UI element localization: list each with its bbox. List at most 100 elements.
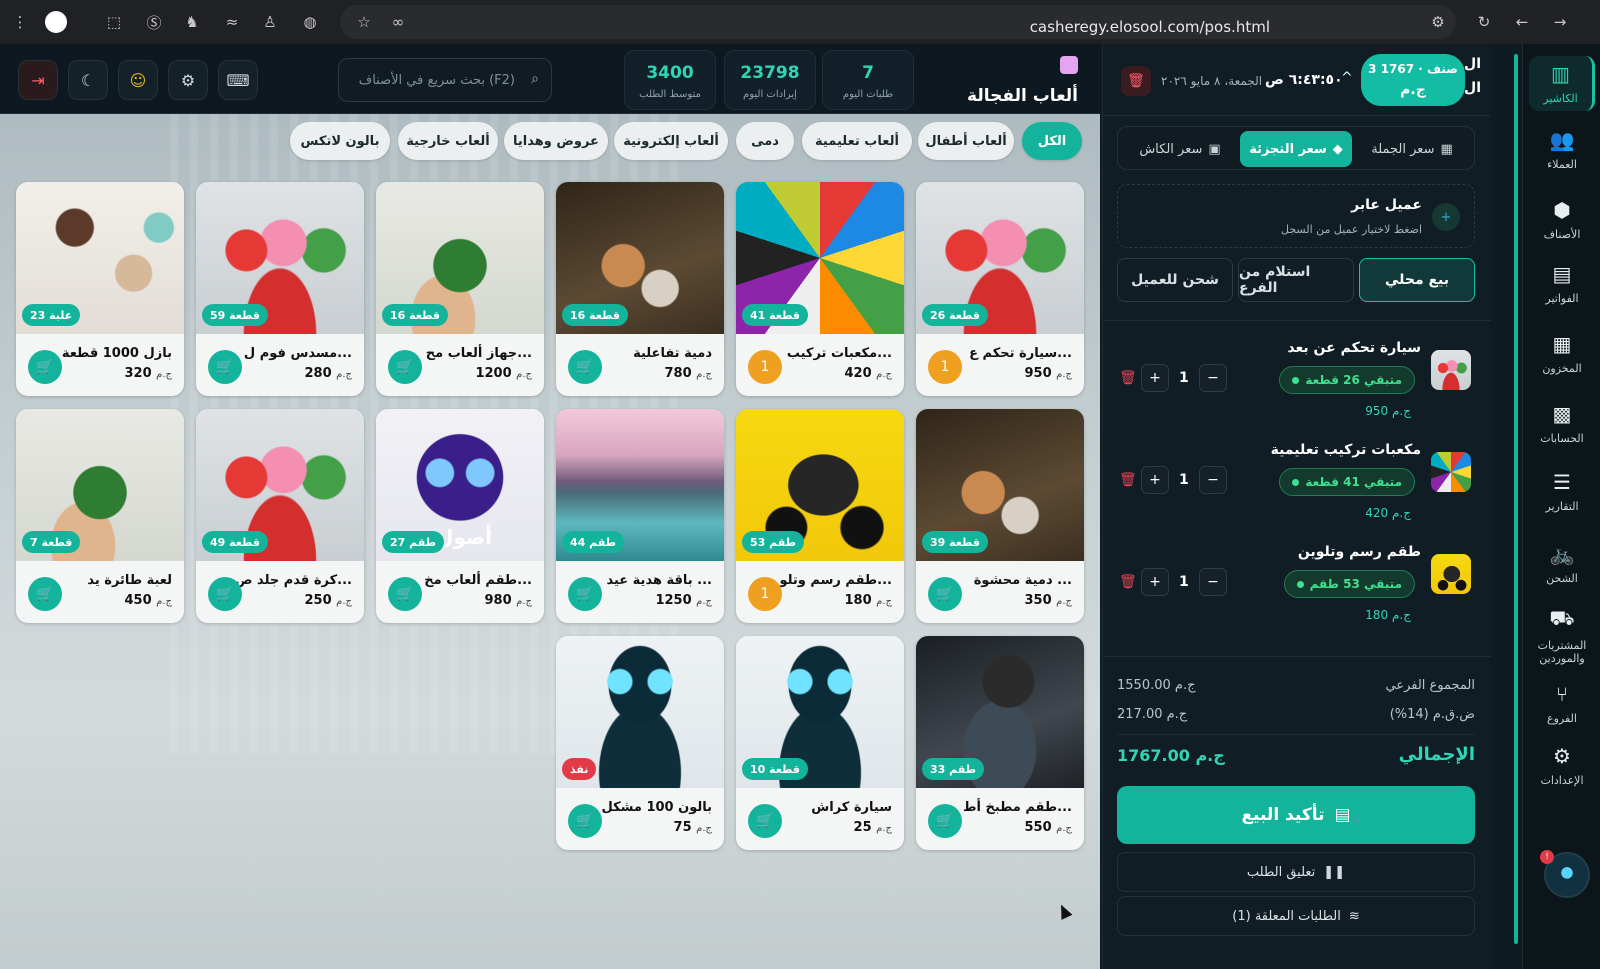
logout-button[interactable]: ⇥ xyxy=(18,60,58,100)
increase-qty-button[interactable]: + xyxy=(1141,466,1169,494)
add-to-cart-button[interactable]: 🛒 xyxy=(28,350,62,384)
product-card[interactable]: 44 طقم باقة هدية عيد ... 1250 ج.م 🛒 xyxy=(556,409,724,623)
sale-mode-shipping[interactable]: شحن للعميل xyxy=(1117,258,1233,302)
pending-orders-button[interactable]: الطلبات المعلقة (1) ≋ xyxy=(1117,896,1475,936)
product-price: 250 ج.م xyxy=(305,593,353,608)
add-to-cart-button[interactable]: 🛒 xyxy=(568,577,602,611)
price-mode-label: سعر التجزئة xyxy=(1249,141,1327,157)
sidebar-item-settings[interactable]: ⚙ الإعدادات xyxy=(1529,738,1595,793)
address-bar[interactable]: ☆ ∞ casheregy.elosool.com/pos.html ⚙ xyxy=(340,5,1456,39)
sidebar-item-reports[interactable]: ☰ التقارير xyxy=(1529,464,1595,519)
add-to-cart-button[interactable]: 🛒 xyxy=(568,350,602,384)
customer-selector[interactable]: + عميل عابر اضغط لاختيار عميل من السجل xyxy=(1117,184,1475,248)
add-to-cart-button[interactable]: 🛒 xyxy=(388,350,422,384)
sidebar-item-customers[interactable]: 👥 العملاء xyxy=(1529,122,1595,177)
add-to-cart-button[interactable]: 🛒 xyxy=(208,350,242,384)
product-card[interactable]: 16 قطعة جهاز ألعاب مح... 1200 ج.م 🛒 xyxy=(376,182,544,396)
product-card[interactable]: 16 قطعة دمية تفاعلية 780 ج.م 🛒 xyxy=(556,182,724,396)
extension-s-icon[interactable]: Ⓢ xyxy=(142,10,166,34)
sidebar-item-cashier[interactable]: ▥ الكاشير xyxy=(1529,56,1595,111)
stat-value: 7 xyxy=(862,63,874,83)
reload-icon[interactable]: ↻ xyxy=(1472,10,1496,34)
sidebar-item-inventory[interactable]: ▦ المخزون xyxy=(1529,326,1595,381)
product-card[interactable]: 33 طقم طقم مطبخ أط... 550 ج.م 🛒 xyxy=(916,636,1084,850)
category-chip[interactable]: ألعاب خارجية xyxy=(398,122,498,160)
price-mode-retail[interactable]: سعر التجزئة ◆ xyxy=(1240,131,1352,167)
cart-scrollbar[interactable] xyxy=(1514,54,1518,944)
remove-line-icon[interactable]: 🗑 xyxy=(1119,472,1137,488)
add-to-cart-button[interactable]: 🛒 xyxy=(928,577,962,611)
product-card[interactable]: 10 قطعة سيارة كراش 25 ج.م 🛒 xyxy=(736,636,904,850)
sale-mode-local[interactable]: بيع محلي xyxy=(1359,258,1475,302)
clear-cart-button[interactable]: 🗑 xyxy=(1121,66,1151,96)
cart-summary-badge[interactable]: 3 صنف · 1767 ج.م xyxy=(1361,54,1465,106)
remove-line-icon[interactable]: 🗑 xyxy=(1119,574,1137,590)
add-to-cart-button[interactable]: 🛒 xyxy=(388,577,422,611)
extension-wizard-icon[interactable]: ♞ xyxy=(180,10,204,34)
product-card[interactable]: أصول 27 طقم طقم ألعاب مخ... 980 ج.م 🛒 xyxy=(376,409,544,623)
in-cart-count-button[interactable]: 1 xyxy=(748,577,782,611)
decrease-qty-button[interactable]: − xyxy=(1199,568,1227,596)
search-input[interactable]: بحث سريع في الأصناف (F2) ⌕ xyxy=(338,58,552,102)
chevron-up-icon[interactable]: ^ xyxy=(1341,70,1353,86)
user-settings-button[interactable]: ☺ xyxy=(118,60,158,100)
remove-line-icon[interactable]: 🗑 xyxy=(1119,370,1137,386)
add-to-cart-button[interactable]: 🛒 xyxy=(748,804,782,838)
cart-line: مكعبات تركيب تعليمية متبقي 41 قطعة 420 ج.م… xyxy=(1103,434,1491,534)
product-card[interactable]: 53 طقم طقم رسم وتلو... 180 ج.م 1 xyxy=(736,409,904,623)
increase-qty-button[interactable]: + xyxy=(1141,568,1169,596)
product-card[interactable]: 23 علبة بازل 1000 قطعة 320 ج.م 🛒 xyxy=(16,182,184,396)
sidebar-item-accounts[interactable]: ▩ الحسابات xyxy=(1529,396,1595,451)
suspend-order-button[interactable]: تعليق الطلب ❚❚ xyxy=(1117,852,1475,892)
product-card[interactable]: 41 قطعة مكعبات تركيب... 420 ج.م 1 xyxy=(736,182,904,396)
profile-icon[interactable] xyxy=(44,10,68,34)
product-card[interactable]: 7 قطعة لعبة طائرة يد 450 ج.م 🛒 xyxy=(16,409,184,623)
product-card[interactable]: نفذ بالون 100 مشكل 75 ج.م 🛒 xyxy=(556,636,724,850)
category-chip[interactable]: عروض وهدايا xyxy=(504,122,608,160)
back-icon[interactable]: ← xyxy=(1510,10,1534,34)
product-card[interactable]: 26 قطعة سيارة تحكم ع... 950 ج.م 1 xyxy=(916,182,1084,396)
product-card[interactable]: 49 قطعة كرة قدم جلد ص... 250 ج.م 🛒 xyxy=(196,409,364,623)
price-mode-wholesale[interactable]: سعر الجملة ▦ xyxy=(1356,131,1468,167)
sidebar-item-branches[interactable]: ⑂ الفروع xyxy=(1529,676,1595,731)
extension-figure-icon[interactable]: ♙ xyxy=(258,10,282,34)
in-cart-count-button[interactable]: 1 xyxy=(928,350,962,384)
extensions-icon[interactable]: ⬚ xyxy=(102,10,126,34)
star-icon[interactable]: ☆ xyxy=(352,10,376,34)
menu-dots-icon[interactable]: ⋮ xyxy=(8,10,32,34)
dark-mode-toggle[interactable]: ☾ xyxy=(68,60,108,100)
sidebar-item-invoices[interactable]: ▤ الفواتير xyxy=(1529,256,1595,311)
site-settings-icon[interactable]: ⚙ xyxy=(1426,10,1450,34)
price-mode-cash[interactable]: سعر الكاش ▣ xyxy=(1124,131,1236,167)
product-card[interactable]: 39 قطعة دمية محشوة ... 350 ج.م 🛒 xyxy=(916,409,1084,623)
add-to-cart-button[interactable]: 🛒 xyxy=(568,804,602,838)
category-chip[interactable]: ألعاب إلكترونية xyxy=(614,122,728,160)
add-to-cart-button[interactable]: 🛒 xyxy=(28,577,62,611)
status-dot-icon xyxy=(1296,580,1304,588)
extension-wave-icon[interactable]: ≈ xyxy=(220,10,244,34)
category-chip[interactable]: ألعاب تعليمية xyxy=(802,122,912,160)
extension-cookie-icon[interactable]: ◍ xyxy=(298,10,322,34)
product-card[interactable]: 59 قطعة مسدس فوم ل... 280 ج.م 🛒 xyxy=(196,182,364,396)
sidebar-item-products[interactable]: ⬢ الأصناف xyxy=(1529,192,1595,247)
in-cart-count-button[interactable]: 1 xyxy=(748,350,782,384)
sidebar-item-purchases[interactable]: ⛟ المشتريات والموردين xyxy=(1529,600,1595,671)
category-chip[interactable]: ألعاب أطفال xyxy=(918,122,1014,160)
keyboard-button[interactable]: ⌨ xyxy=(218,60,258,100)
confirm-sale-button[interactable]: تأكيد البيع ▤ xyxy=(1117,786,1475,844)
sale-mode-pickup[interactable]: استلام من الفرع xyxy=(1238,258,1354,302)
add-to-cart-button[interactable]: 🛒 xyxy=(208,577,242,611)
category-chip[interactable]: الكل xyxy=(1022,122,1082,160)
settings-button[interactable]: ⚙ xyxy=(168,60,208,100)
cashier-icon: ▥ xyxy=(1551,62,1570,86)
price-value: 350 xyxy=(1024,593,1052,608)
category-chip[interactable]: بالون لاتكس xyxy=(290,122,390,160)
forward-icon[interactable]: → xyxy=(1548,10,1572,34)
increase-qty-button[interactable]: + xyxy=(1141,364,1169,392)
decrease-qty-button[interactable]: − xyxy=(1199,364,1227,392)
url-text[interactable]: casheregy.elosool.com/pos.html xyxy=(1030,18,1270,36)
sidebar-item-shipping[interactable]: 🚲 الشحن xyxy=(1529,536,1595,591)
category-chip[interactable]: دمى xyxy=(736,122,794,160)
decrease-qty-button[interactable]: − xyxy=(1199,466,1227,494)
add-to-cart-button[interactable]: 🛒 xyxy=(928,804,962,838)
